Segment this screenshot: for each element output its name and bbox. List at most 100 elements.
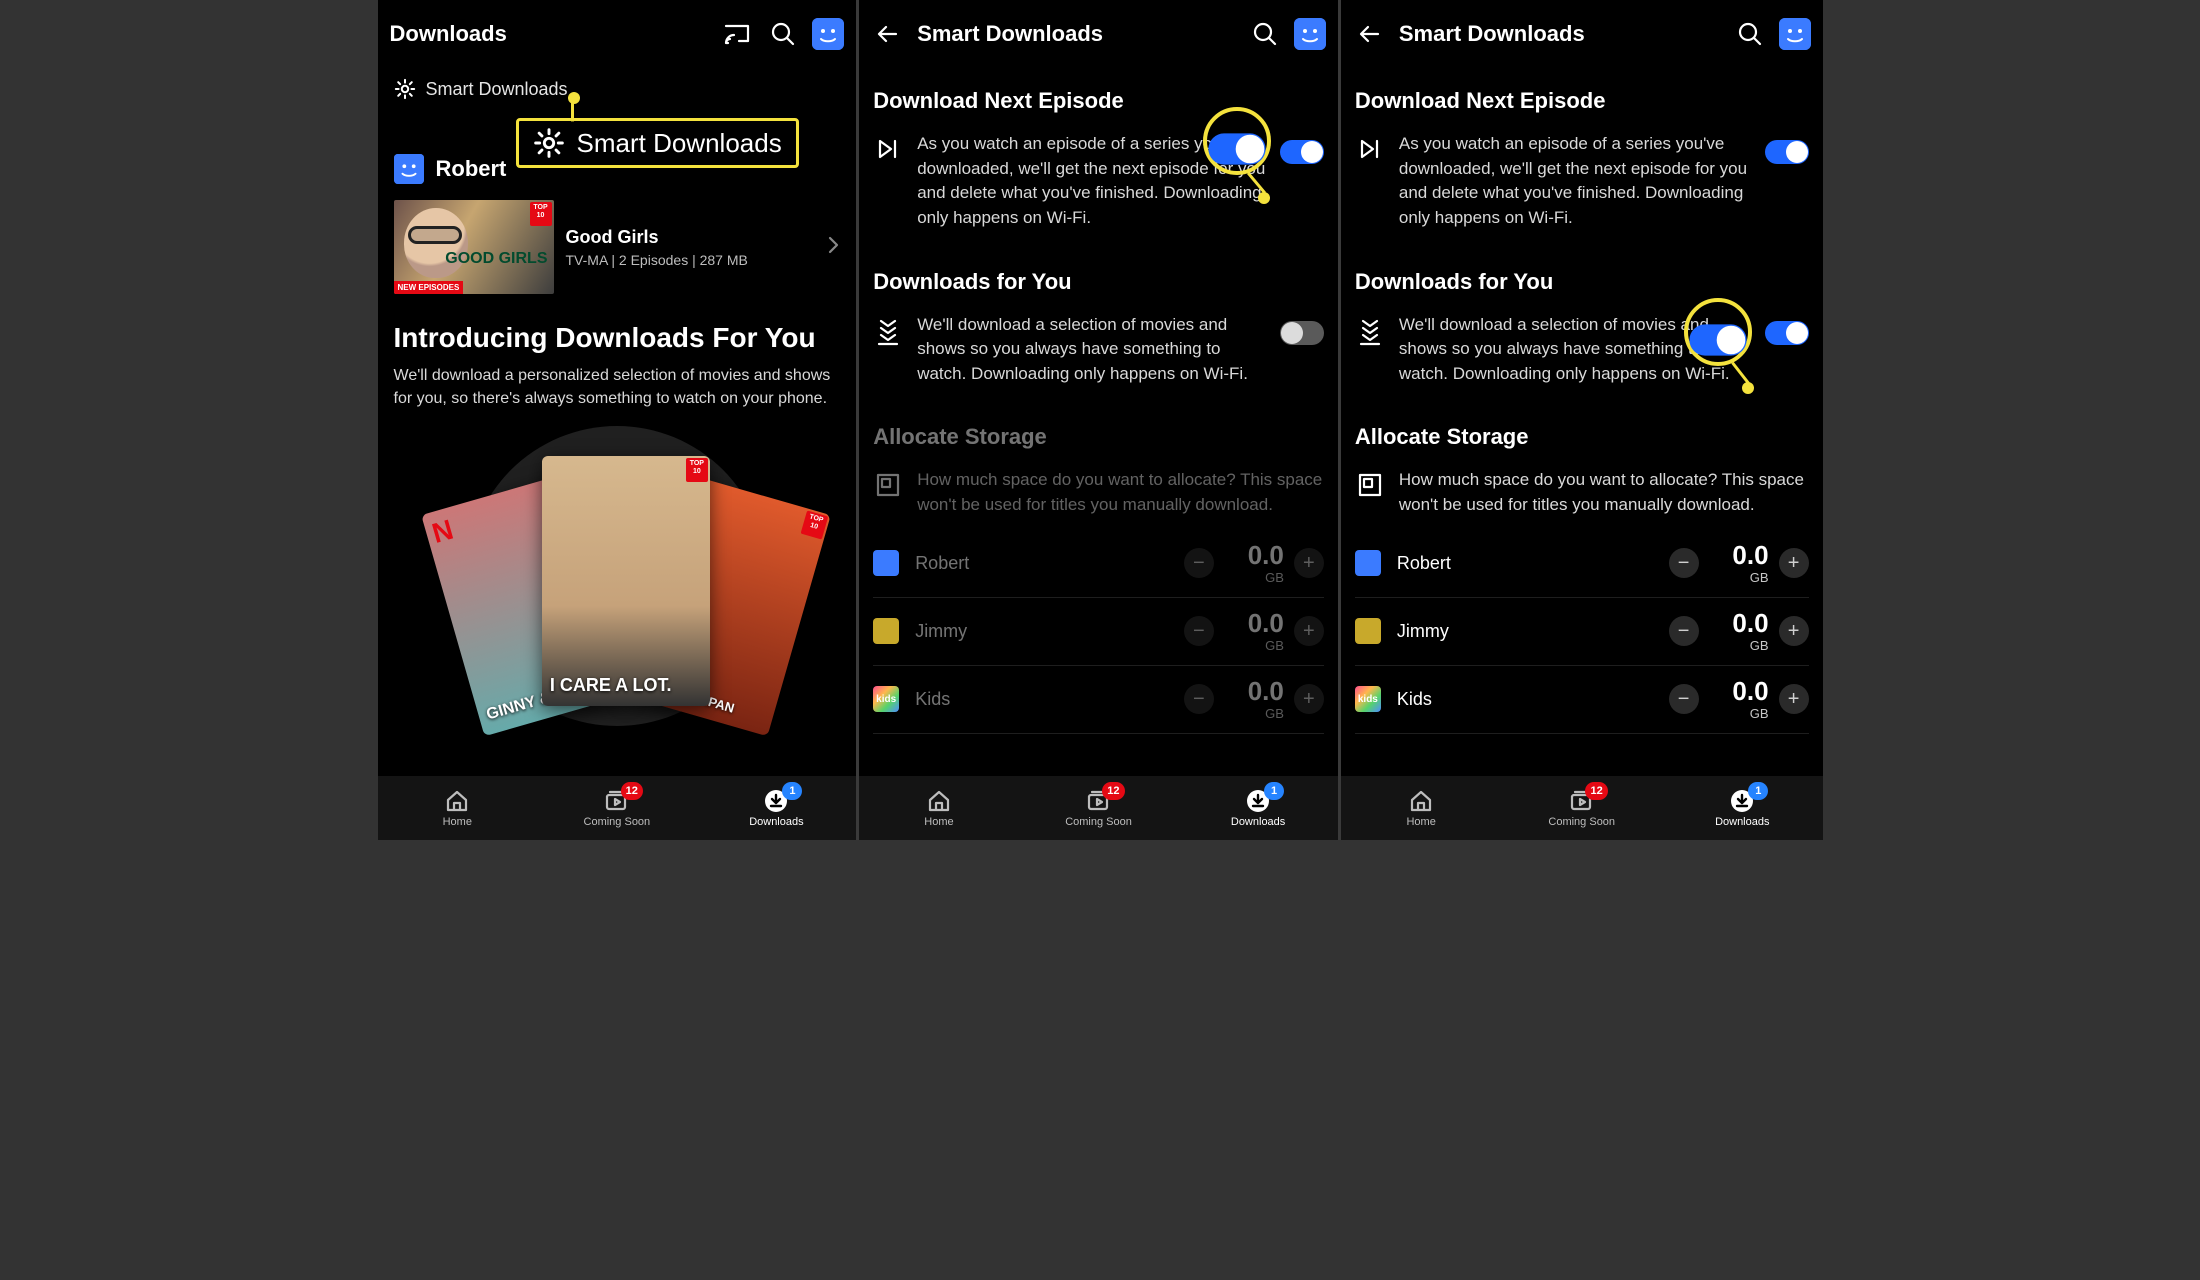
storage-user-name: Robert bbox=[915, 553, 1172, 574]
new-episodes-badge: NEW EPISODES bbox=[394, 281, 464, 294]
top10-badge: TOP 10 bbox=[686, 458, 708, 482]
nav-label: Coming Soon bbox=[1548, 816, 1615, 828]
decrease-button[interactable]: − bbox=[1669, 616, 1699, 646]
increase-button[interactable]: + bbox=[1779, 684, 1809, 714]
section-body: How much space do you want to allocate? … bbox=[1399, 468, 1809, 517]
chevron-right-icon bbox=[826, 235, 840, 260]
section-heading: Downloads for You bbox=[1355, 269, 1809, 295]
section-download-next: Download Next Episode As you watch an ep… bbox=[1341, 62, 1823, 243]
smart-downloads-link-label: Smart Downloads bbox=[426, 79, 568, 100]
toggle-download-next[interactable] bbox=[1280, 140, 1324, 164]
poster-card-center: TOP 10 I CARE A LOT. bbox=[542, 456, 710, 706]
netflix-n-icon: N bbox=[428, 514, 456, 550]
storage-user-row: Robert−0.0GB+ bbox=[1355, 530, 1809, 598]
storage-value: 0.0 bbox=[1248, 610, 1284, 636]
intro-section: Introducing Downloads For You We'll down… bbox=[378, 322, 857, 410]
nav-label: Home bbox=[1406, 816, 1435, 828]
nav-downloads[interactable]: 1 Downloads bbox=[1178, 776, 1338, 840]
profile-square: kids bbox=[873, 686, 899, 712]
poster-fan: N GINNY & GEO… TOP 10 …MURAI JAPAN TOP 1… bbox=[402, 426, 832, 726]
back-icon[interactable] bbox=[1353, 17, 1387, 51]
home-icon bbox=[445, 788, 469, 814]
smart-downloads-link[interactable]: Smart Downloads bbox=[378, 68, 857, 110]
download-subtitle: TV-MA | 2 Episodes | 287 MB bbox=[566, 252, 748, 268]
nav-home[interactable]: Home bbox=[859, 776, 1019, 840]
back-icon[interactable] bbox=[871, 17, 905, 51]
downloads-badge: 1 bbox=[1264, 782, 1284, 800]
decrease-button[interactable]: − bbox=[1184, 616, 1214, 646]
annotation-ring bbox=[1684, 298, 1752, 366]
nav-downloads[interactable]: 1 Downloads bbox=[1662, 776, 1823, 840]
page-title: Smart Downloads bbox=[1399, 21, 1721, 47]
page-title: Smart Downloads bbox=[917, 21, 1236, 47]
profile-avatar[interactable] bbox=[1779, 18, 1811, 50]
nav-coming-soon[interactable]: 12 Coming Soon bbox=[1501, 776, 1662, 840]
thumbnail-show-logo: GOOD GIRLS bbox=[445, 252, 547, 266]
decrease-button[interactable]: − bbox=[1184, 548, 1214, 578]
search-icon[interactable] bbox=[1733, 17, 1767, 51]
section-downloads-for-you: Downloads for You We'll download a selec… bbox=[859, 243, 1338, 399]
nav-label: Downloads bbox=[1715, 816, 1769, 828]
storage-unit: GB bbox=[1265, 638, 1284, 653]
storage-user-row: Jimmy−0.0GB+ bbox=[873, 598, 1324, 666]
storage-value: 0.0 bbox=[1732, 610, 1768, 636]
cast-icon[interactable] bbox=[720, 17, 754, 51]
storage-user-name: Kids bbox=[915, 689, 1172, 710]
section-allocate-storage: Allocate Storage How much space do you w… bbox=[1341, 398, 1823, 737]
section-body: We'll download a selection of movies and… bbox=[917, 313, 1266, 387]
section-body: How much space do you want to allocate? … bbox=[917, 468, 1324, 517]
increase-button[interactable]: + bbox=[1294, 616, 1324, 646]
annotation-callout-label: Smart Downloads bbox=[577, 128, 782, 159]
decrease-button[interactable]: − bbox=[1669, 684, 1699, 714]
profile-square bbox=[1355, 618, 1381, 644]
nav-coming-soon[interactable]: 12 Coming Soon bbox=[1019, 776, 1179, 840]
profile-square: kids bbox=[1355, 686, 1381, 712]
skip-next-icon bbox=[1355, 136, 1385, 162]
nav-downloads[interactable]: 1 Downloads bbox=[697, 776, 857, 840]
toggle-download-next[interactable] bbox=[1765, 140, 1809, 164]
nav-label: Downloads bbox=[749, 816, 803, 828]
bottom-nav: Home 12 Coming Soon 1 Downloads bbox=[378, 776, 857, 840]
search-icon[interactable] bbox=[766, 17, 800, 51]
increase-button[interactable]: + bbox=[1779, 616, 1809, 646]
download-meta: Good Girls TV-MA | 2 Episodes | 287 MB bbox=[566, 227, 748, 268]
nav-home[interactable]: Home bbox=[378, 776, 538, 840]
storage-user-name: Kids bbox=[1397, 689, 1657, 710]
header: Downloads bbox=[378, 6, 857, 62]
search-icon[interactable] bbox=[1248, 17, 1282, 51]
nav-label: Coming Soon bbox=[584, 816, 651, 828]
nav-label: Home bbox=[924, 816, 953, 828]
toggle-downloads-for-you[interactable] bbox=[1765, 321, 1809, 345]
decrease-button[interactable]: − bbox=[1184, 684, 1214, 714]
section-heading: Download Next Episode bbox=[1355, 88, 1809, 114]
increase-button[interactable]: + bbox=[1294, 548, 1324, 578]
storage-unit: GB bbox=[1265, 706, 1284, 721]
decrease-button[interactable]: − bbox=[1669, 548, 1699, 578]
storage-unit: GB bbox=[1750, 570, 1769, 585]
poster-title: I CARE A LOT. bbox=[550, 675, 672, 696]
bottom-nav: Home 12 Coming Soon 1 Downloads bbox=[859, 776, 1338, 840]
toggle-downloads-for-you[interactable] bbox=[1280, 321, 1324, 345]
storage-user-row: Robert−0.0GB+ bbox=[873, 530, 1324, 598]
storage-user-list: Robert−0.0GB+Jimmy−0.0GB+kidsKids−0.0GB+ bbox=[873, 530, 1324, 734]
intro-heading: Introducing Downloads For You bbox=[394, 322, 841, 354]
home-icon bbox=[1409, 788, 1433, 814]
increase-button[interactable]: + bbox=[1779, 548, 1809, 578]
skip-next-icon bbox=[873, 136, 903, 162]
download-layers-icon bbox=[873, 317, 903, 347]
storage-unit: GB bbox=[1750, 706, 1769, 721]
storage-value: 0.0 bbox=[1248, 678, 1284, 704]
storage-icon bbox=[1355, 472, 1385, 498]
increase-button[interactable]: + bbox=[1294, 684, 1324, 714]
nav-home[interactable]: Home bbox=[1341, 776, 1502, 840]
download-item[interactable]: GOOD GIRLS TOP 10 NEW EPISODES Good Girl… bbox=[378, 190, 857, 304]
profile-avatar[interactable] bbox=[1294, 18, 1326, 50]
storage-user-list: Robert−0.0GB+Jimmy−0.0GB+kidsKids−0.0GB+ bbox=[1355, 530, 1809, 734]
three-pane-layout: Downloads Smart Downloads Smart Download… bbox=[378, 0, 1823, 840]
annotation-dot bbox=[1742, 382, 1754, 394]
nav-coming-soon[interactable]: 12 Coming Soon bbox=[537, 776, 697, 840]
storage-value: 0.0 bbox=[1732, 542, 1768, 568]
profile-avatar[interactable] bbox=[812, 18, 844, 50]
annotation-callout: Smart Downloads bbox=[516, 118, 799, 168]
pane-smart-downloads-off: Smart Downloads Download Next Episode As… bbox=[859, 0, 1341, 840]
